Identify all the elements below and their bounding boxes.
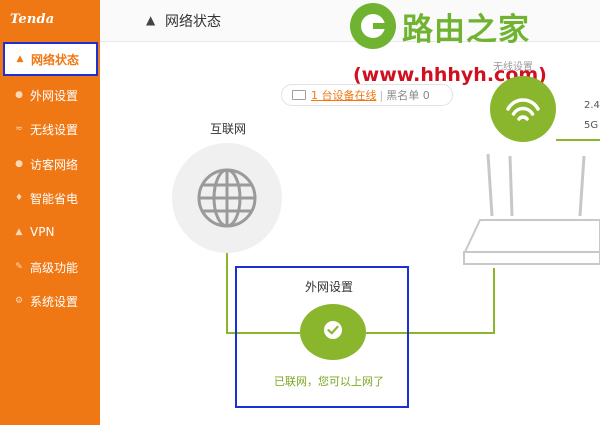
sidebar-item-network-status[interactable]: ▲ 网络状态 [3,42,98,76]
check-icon [324,321,342,339]
wireless-label: 无线设置 [493,62,533,73]
router-icon [462,219,600,265]
wifi-icon [506,98,540,121]
band-5g-label: 5G [584,120,599,131]
tenda-logo: Tenda [10,12,55,27]
globe-icon [197,168,257,228]
sidebar-item-system-settings[interactable]: ⚙ 系统设置 [0,284,100,318]
globe-icon: ● [15,90,23,100]
power-icon: ♦ [14,193,24,203]
sidebar-item-vpn[interactable]: ▲ VPN [0,215,100,249]
page-title: 网络状态 [165,14,221,30]
watermark-title: 路由之家 [402,12,530,48]
sidebar-item-power-saving[interactable]: ♦ 智能省电 [0,181,100,215]
wan-status-text: 已联网，您可以上网了 [274,375,384,388]
sidebar-item-label: 无线设置 [30,122,79,137]
divider: | [379,88,384,102]
guest-icon: ● [15,159,23,169]
tools-icon: ✎ [15,262,23,272]
router-small-icon: ▲ [146,13,156,27]
settings-icon: ⚙ [14,296,24,306]
internet-node [172,143,282,253]
sidebar-item-label: 访客网络 [30,157,79,172]
sidebar-item-wireless-settings[interactable]: ≈ 无线设置 [0,112,100,146]
sidebar-item-guest-network[interactable]: ● 访客网络 [0,147,100,181]
sidebar-item-label: 系统设置 [30,294,79,309]
sidebar-item-label: 智能省电 [30,191,79,206]
sidebar-item-label: 网络状态 [31,52,80,67]
device-summary: 1 台设备在线 | 黑名单 0 [281,84,453,106]
sidebar-item-label: 外网设置 [30,88,79,103]
wifi-icon: ≈ [15,124,23,134]
wireless-node[interactable] [490,76,556,142]
sidebar-item-advanced[interactable]: ✎ 高级功能 [0,250,100,284]
status-icon: ▲ [16,54,24,64]
online-devices-link[interactable]: 1 台设备在线 [311,87,377,103]
sidebar-item-wan-settings[interactable]: ● 外网设置 [0,78,100,112]
watermark-logo-icon [350,3,396,49]
router-node[interactable] [460,214,600,266]
sidebar-item-label: VPN [30,225,55,239]
sidebar-item-label: 高级功能 [30,260,79,275]
internet-label: 互联网 [210,122,247,136]
wan-label: 外网设置 [305,280,354,294]
blacklist-link[interactable]: 黑名单 0 [386,87,430,103]
band-24-label: 2.4 [584,100,600,111]
router-antennas [486,153,586,217]
vpn-icon: ▲ [15,227,23,237]
sidebar: Tenda ▲ 网络状态 ● 外网设置 ≈ 无线设置 ● 访客网络 ♦ 智能省电… [0,0,100,425]
computer-icon [292,90,306,100]
